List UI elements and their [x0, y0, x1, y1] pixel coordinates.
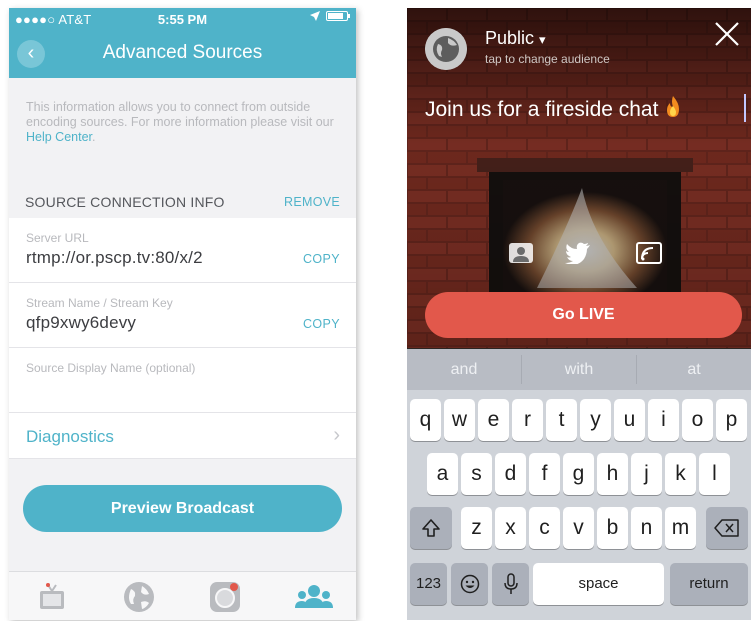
diagnostics-row[interactable]: Diagnostics › — [9, 412, 356, 459]
field-value: qfp9xwy6devy — [26, 313, 137, 332]
key-x[interactable]: x — [495, 507, 526, 549]
location-arrow-icon — [310, 11, 320, 21]
caret-down-icon: ▾ — [539, 32, 546, 47]
numbers-key[interactable]: 123 — [410, 563, 447, 605]
key-g[interactable]: g — [563, 453, 594, 495]
remove-button[interactable]: REMOVE — [284, 195, 340, 209]
info-text: This information allows you to connect f… — [26, 100, 346, 145]
broadcast-title-text: Join us for a fireside chat — [425, 98, 659, 121]
preview-broadcast-button[interactable]: Preview Broadcast — [23, 485, 342, 532]
key-n[interactable]: n — [631, 507, 662, 549]
key-j[interactable]: j — [631, 453, 662, 495]
twitter-icon[interactable] — [565, 242, 591, 264]
shift-key[interactable] — [410, 507, 452, 549]
external-source-icon[interactable] — [636, 242, 662, 264]
server-url-field[interactable]: Server URL rtmp://or.pscp.tv:80/x/2 COPY — [9, 218, 356, 283]
key-c[interactable]: c — [529, 507, 560, 549]
return-key[interactable]: return — [670, 563, 748, 605]
copy-stream-key-button[interactable]: COPY — [303, 317, 340, 331]
people-icon[interactable] — [294, 580, 334, 614]
info-end: . — [92, 130, 96, 144]
suggestion-with[interactable]: with — [522, 349, 636, 390]
camera-record-icon[interactable] — [208, 580, 242, 614]
keyboard: q w e r t y u i o p a s d f g h j k l z … — [407, 390, 751, 620]
emoji-key[interactable] — [451, 563, 488, 605]
key-l[interactable]: l — [699, 453, 730, 495]
stream-key-field[interactable]: Stream Name / Stream Key qfp9xwy6devy CO… — [9, 283, 356, 348]
field-value: rtmp://or.pscp.tv:80/x/2 — [26, 248, 203, 267]
key-y[interactable]: y — [580, 399, 611, 441]
copy-server-url-button[interactable]: COPY — [303, 252, 340, 266]
field-label: Server URL — [26, 231, 89, 245]
key-i[interactable]: i — [648, 399, 679, 441]
globe-icon[interactable] — [122, 580, 156, 614]
key-k[interactable]: k — [665, 453, 696, 495]
key-h[interactable]: h — [597, 453, 628, 495]
tv-icon[interactable] — [35, 580, 69, 614]
key-a[interactable]: a — [427, 453, 458, 495]
suggestion-at[interactable]: at — [637, 349, 751, 390]
info-body: This information allows you to connect f… — [26, 100, 334, 129]
nav-bar: ‹ Advanced Sources — [9, 30, 356, 78]
broadcast-setup-screen: Public ▾ tap to change audience Join us … — [407, 8, 751, 620]
delete-key[interactable] — [706, 507, 748, 549]
help-center-link[interactable]: Help Center — [26, 130, 92, 144]
audience-title: Public — [485, 28, 535, 48]
field-label: Stream Name / Stream Key — [26, 296, 173, 310]
diagnostics-label: Diagnostics — [26, 427, 114, 446]
key-u[interactable]: u — [614, 399, 645, 441]
tab-bar — [9, 571, 356, 620]
key-f[interactable]: f — [529, 453, 560, 495]
page-title: Advanced Sources — [102, 42, 263, 63]
key-e[interactable]: e — [478, 399, 509, 441]
key-d[interactable]: d — [495, 453, 526, 495]
go-live-button[interactable]: Go LIVE — [425, 292, 742, 338]
fire-icon — [667, 96, 680, 117]
microphone-icon — [503, 573, 518, 594]
advanced-sources-screen: ●●●●○ AT&T 5:55 PM ‹ Advanced Sources Th… — [9, 8, 356, 620]
status-bar: ●●●●○ AT&T 5:55 PM — [9, 8, 356, 30]
close-icon[interactable] — [713, 20, 741, 48]
broadcast-title-input[interactable]: Join us for a fireside chat — [425, 96, 682, 122]
text-cursor — [744, 94, 746, 122]
field-placeholder: Source Display Name (optional) — [26, 361, 196, 375]
key-w[interactable]: w — [444, 399, 475, 441]
backspace-icon — [714, 519, 739, 537]
space-key[interactable]: space — [533, 563, 664, 605]
key-v[interactable]: v — [563, 507, 594, 549]
key-q[interactable]: q — [410, 399, 441, 441]
key-m[interactable]: m — [665, 507, 696, 549]
audience-selector[interactable]: Public ▾ — [485, 28, 546, 49]
status-time: 5:55 PM — [157, 12, 208, 27]
section-title: SOURCE CONNECTION INFO — [25, 194, 225, 210]
key-t[interactable]: t — [546, 399, 577, 441]
audience-hint: tap to change audience — [485, 52, 610, 66]
suggestion-and[interactable]: and — [407, 349, 521, 390]
key-p[interactable]: p — [716, 399, 747, 441]
key-b[interactable]: b — [597, 507, 628, 549]
key-s[interactable]: s — [461, 453, 492, 495]
emoji-icon — [460, 574, 479, 594]
predictive-bar: and with at — [407, 349, 751, 390]
key-o[interactable]: o — [682, 399, 713, 441]
key-z[interactable]: z — [461, 507, 492, 549]
shift-icon — [422, 519, 440, 537]
dictation-key[interactable] — [492, 563, 529, 605]
source-display-name-field[interactable]: Source Display Name (optional) — [9, 348, 356, 413]
battery-icon — [326, 11, 350, 21]
section-header: SOURCE CONNECTION INFO REMOVE — [9, 188, 356, 218]
chevron-right-icon: › — [333, 424, 340, 446]
key-r[interactable]: r — [512, 399, 543, 441]
user-icon[interactable] — [508, 242, 534, 264]
globe-icon[interactable] — [425, 28, 467, 70]
